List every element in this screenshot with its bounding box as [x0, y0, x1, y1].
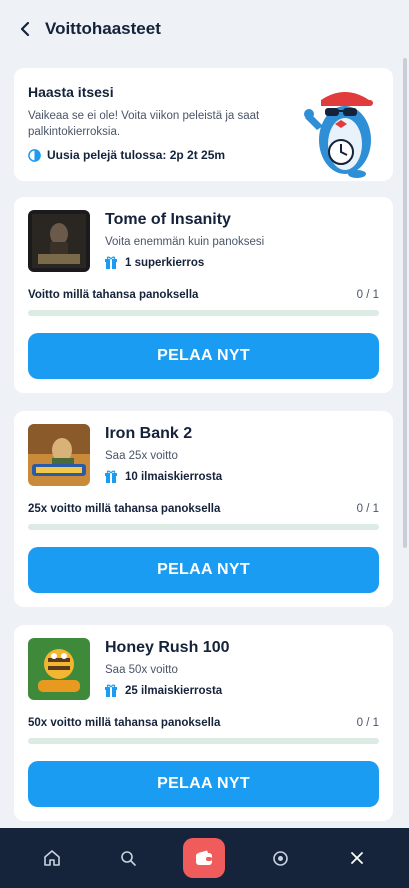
nav-close[interactable] — [335, 836, 379, 880]
penguin-mascot-icon — [304, 92, 373, 178]
intro-card: Haasta itsesi Vaikeaa se ei ole! Voita v… — [14, 68, 393, 181]
nav-search[interactable] — [106, 836, 150, 880]
challenge-card-honey-rush-100: Honey Rush 100 Saa 50x voitto 25 ilmaisk… — [14, 625, 393, 821]
condition-text: 25x voitto millä tahansa panoksella — [28, 503, 221, 515]
challenge-description: Saa 50x voitto — [105, 664, 178, 676]
bottom-nav — [0, 828, 409, 888]
game-title: Honey Rush 100 — [105, 639, 230, 656]
back-button[interactable] — [14, 18, 36, 40]
play-now-button[interactable]: PELAA NYT — [28, 761, 379, 807]
reward-text: 10 ilmaiskierrosta — [125, 470, 223, 483]
game-title: Iron Bank 2 — [105, 425, 193, 442]
game-thumbnail[interactable] — [28, 424, 90, 486]
home-icon — [44, 850, 60, 866]
progress-count: 0 / 1 — [356, 503, 379, 515]
timer-text: Uusia pelejä tulossa: 2p 2t 25m — [47, 148, 226, 162]
progress-bar — [28, 310, 379, 316]
reward-text: 25 ilmaiskierrosta — [125, 684, 223, 697]
reward-row: 10 ilmaiskierrosta — [105, 470, 222, 483]
progress-count: 0 / 1 — [356, 289, 379, 301]
progress-bar — [28, 524, 379, 530]
tome-of-insanity-thumbnail-icon — [28, 210, 90, 272]
challenge-description: Saa 25x voitto — [105, 450, 178, 462]
gift-icon — [105, 256, 117, 269]
progress-bar — [28, 738, 379, 744]
chevron-left-icon — [20, 21, 30, 37]
intro-text: Vaikeaa se ei ole! Voita viikon peleistä… — [28, 110, 260, 138]
condition-text: Voitto millä tahansa panoksella — [28, 289, 199, 301]
scrollbar[interactable] — [403, 58, 407, 548]
search-icon — [120, 850, 136, 866]
condition-row: Voitto millä tahansa panoksella 0 / 1 — [28, 289, 379, 301]
page-title: Voittohaasteet — [45, 19, 161, 38]
condition-text: 50x voitto millä tahansa panoksella — [28, 717, 221, 729]
reward-row: 25 ilmaiskierrosta — [105, 684, 222, 697]
challenge-description: Voita enemmän kuin panoksesi — [105, 236, 265, 248]
challenge-card-iron-bank-2: Iron Bank 2 Saa 25x voitto 10 ilmaiskier… — [14, 411, 393, 607]
top-bar: Voittohaasteet — [0, 0, 409, 58]
game-thumbnail[interactable] — [28, 210, 90, 272]
wallet-icon — [196, 850, 213, 865]
reward-text: 1 superkierros — [125, 256, 205, 269]
honey-rush-100-thumbnail-icon — [28, 638, 90, 700]
progress-count: 0 / 1 — [356, 717, 379, 729]
iron-bank-2-thumbnail-icon — [28, 424, 90, 486]
condition-row: 50x voitto millä tahansa panoksella 0 / … — [28, 717, 379, 729]
game-thumbnail[interactable] — [28, 638, 90, 700]
clock-icon — [28, 148, 41, 162]
gift-icon — [105, 684, 117, 697]
game-title: Tome of Insanity — [105, 211, 231, 228]
challenge-card-tome-of-insanity: Tome of Insanity Voita enemmän kuin pano… — [14, 197, 393, 393]
play-now-button[interactable]: PELAA NYT — [28, 547, 379, 593]
wallet-button[interactable] — [183, 838, 226, 878]
condition-row: 25x voitto millä tahansa panoksella 0 / … — [28, 503, 379, 515]
play-now-button[interactable]: PELAA NYT — [28, 333, 379, 379]
nav-home[interactable] — [30, 836, 74, 880]
nav-live[interactable] — [259, 836, 303, 880]
close-icon — [350, 852, 363, 864]
challenge-list[interactable]: Haasta itsesi Vaikeaa se ei ole! Voita v… — [0, 58, 409, 828]
gift-icon — [105, 470, 117, 483]
reward-row: 1 superkierros — [105, 256, 204, 269]
nav-wallet[interactable] — [182, 836, 226, 880]
live-icon — [273, 850, 288, 866]
